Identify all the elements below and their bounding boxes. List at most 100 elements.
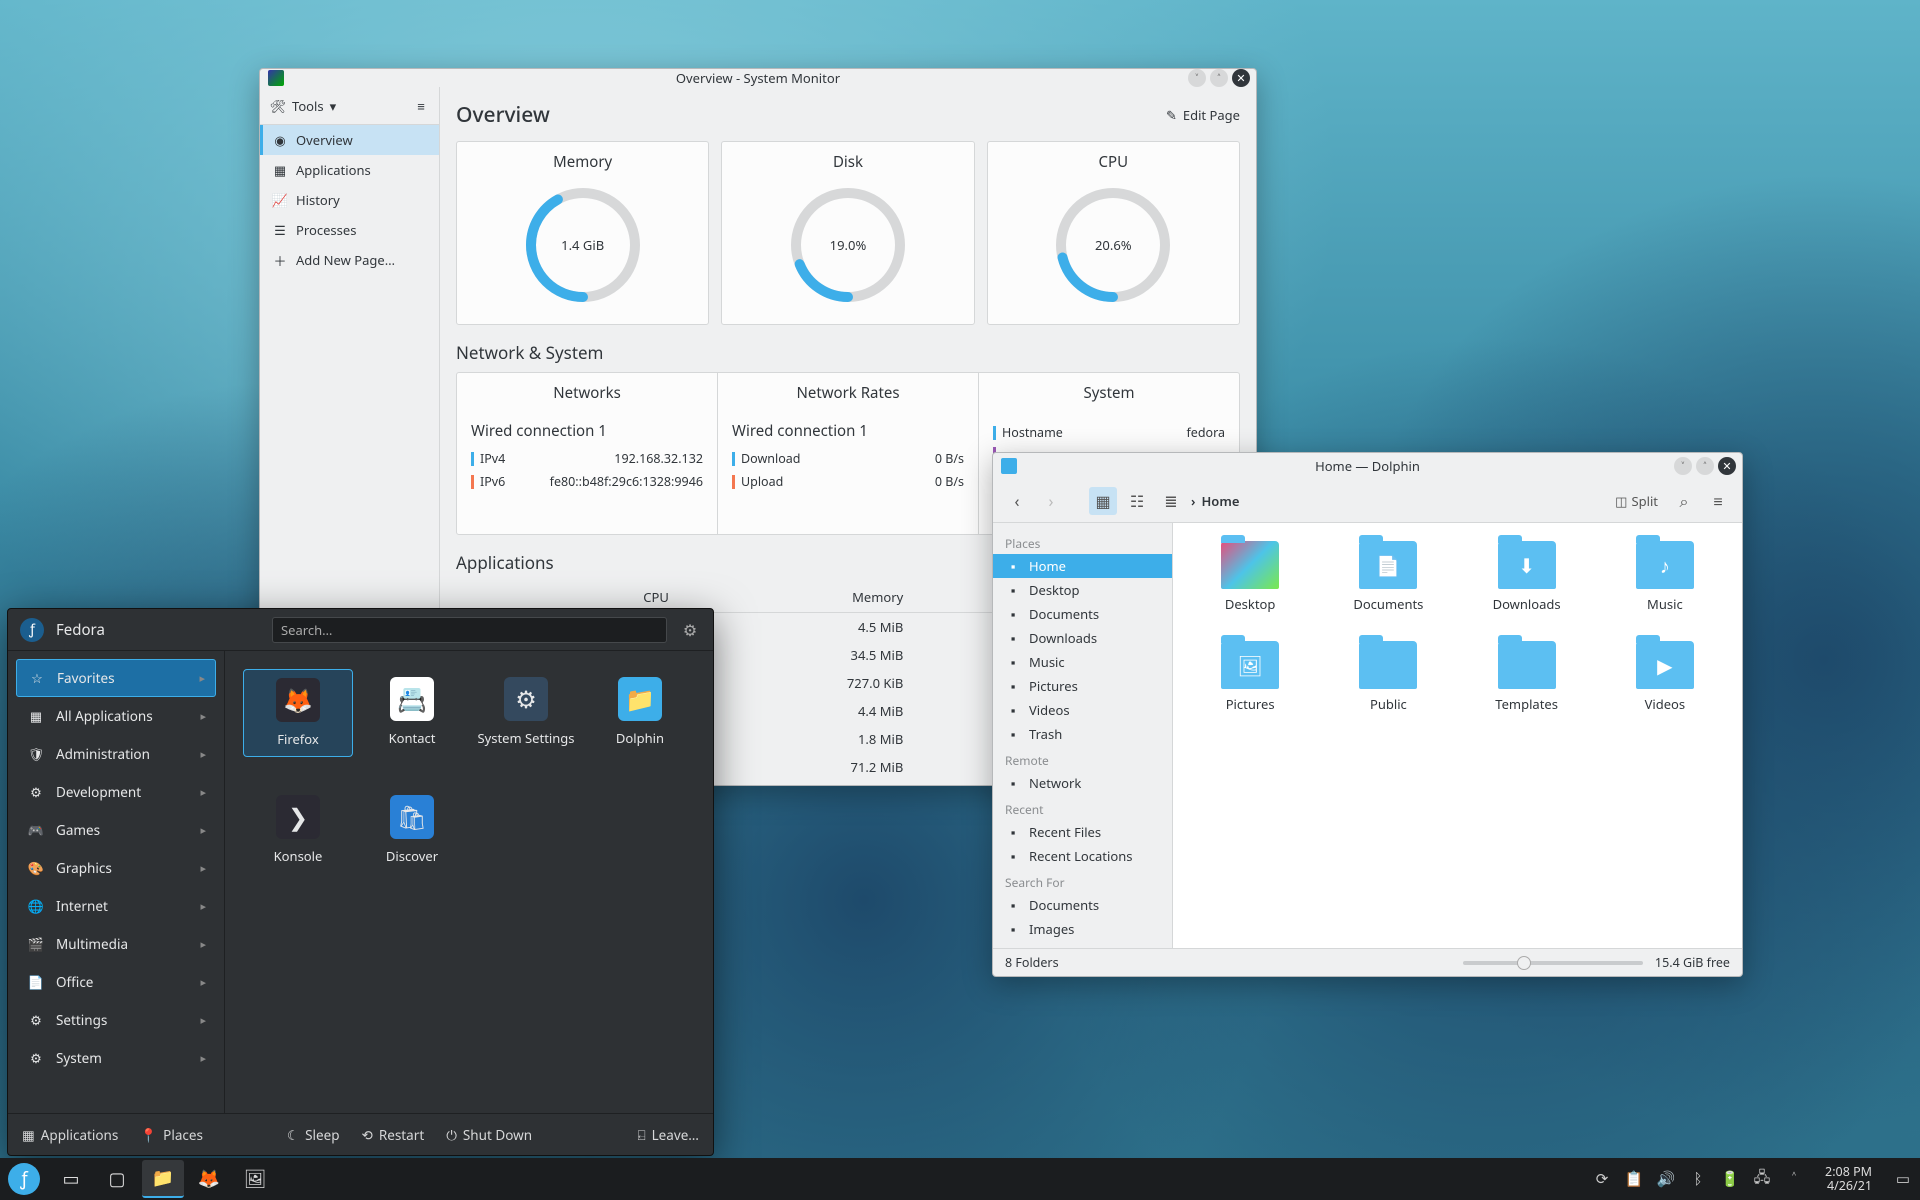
edit-page-button[interactable]: ✎Edit Page bbox=[1166, 106, 1240, 124]
task-showdesktop[interactable]: ▢ bbox=[96, 1160, 138, 1198]
close-button[interactable]: ✕ bbox=[1718, 457, 1736, 475]
minimize-button[interactable]: ˅ bbox=[1674, 457, 1692, 475]
close-button[interactable]: ✕ bbox=[1232, 69, 1250, 87]
edit-label: Edit Page bbox=[1183, 106, 1240, 124]
category-item[interactable]: 🎮Games▸ bbox=[16, 811, 216, 849]
chevron-right-icon: ▸ bbox=[200, 899, 206, 914]
forward-button[interactable]: › bbox=[1037, 487, 1065, 515]
nav-add-page[interactable]: ＋Add New Page… bbox=[260, 245, 439, 275]
compact-view-button[interactable]: ☷ bbox=[1123, 487, 1151, 515]
folder-icon bbox=[1221, 541, 1279, 589]
footer-applications[interactable]: ▦Applications bbox=[22, 1126, 118, 1144]
category-item[interactable]: 📄Office▸ bbox=[16, 963, 216, 1001]
task-gwenview[interactable]: 🖼 bbox=[234, 1160, 276, 1198]
folder-item[interactable]: ▶Videos bbox=[1606, 641, 1724, 713]
bluetooth-icon[interactable]: ᛒ bbox=[1689, 1170, 1707, 1188]
places-item[interactable]: ▪Documents bbox=[993, 602, 1172, 626]
window-titlebar[interactable]: Overview - System Monitor ˅ ˄ ✕ bbox=[260, 69, 1256, 87]
maximize-button[interactable]: ˄ bbox=[1696, 457, 1714, 475]
nav-applications[interactable]: ▦Applications bbox=[260, 155, 439, 185]
category-item[interactable]: ⚙Settings▸ bbox=[16, 1001, 216, 1039]
app-launcher: ƒ Fedora Search… ⚙ ☆Favorites▸▦All Appli… bbox=[7, 608, 714, 1156]
icon-view-button[interactable]: ▦ bbox=[1089, 487, 1117, 515]
back-button[interactable]: ‹ bbox=[1003, 487, 1031, 515]
disk-card: Disk 19.0% bbox=[721, 141, 974, 325]
chevron-right-icon: ▸ bbox=[200, 785, 206, 800]
places-item[interactable]: ▪Images bbox=[993, 917, 1172, 941]
nav-processes[interactable]: ☰Processes bbox=[260, 215, 439, 245]
tray-expand-icon[interactable]: ˄ bbox=[1785, 1170, 1803, 1188]
app-item[interactable]: 🛍Discover bbox=[357, 787, 467, 873]
app-item[interactable]: 📁Dolphin bbox=[585, 669, 695, 757]
places-item[interactable]: ▪Music bbox=[993, 650, 1172, 674]
folder-icon: ▪ bbox=[1005, 824, 1021, 840]
places-item[interactable]: ▪Downloads bbox=[993, 626, 1172, 650]
tools-menu[interactable]: 🛠 Tools ▾ ≡ bbox=[260, 87, 439, 125]
group-recent: Recent bbox=[993, 795, 1172, 820]
start-button[interactable]: ƒ bbox=[8, 1163, 40, 1195]
task-dolphin[interactable]: 📁 bbox=[142, 1160, 184, 1198]
places-item[interactable]: ▪Desktop bbox=[993, 578, 1172, 602]
folder-item[interactable]: ⬇Downloads bbox=[1468, 541, 1586, 613]
clock[interactable]: 2:08 PM 4/26/21 bbox=[1825, 1165, 1872, 1194]
volume-icon[interactable]: 🔊 bbox=[1657, 1170, 1675, 1188]
footer-places[interactable]: 📍Places bbox=[140, 1126, 203, 1144]
network-icon[interactable]: 🖧 bbox=[1753, 1170, 1771, 1188]
window-titlebar[interactable]: Home — Dolphin ˅ ˄ ✕ bbox=[993, 453, 1742, 479]
places-item[interactable]: ▪Videos bbox=[993, 698, 1172, 722]
battery-icon[interactable]: 🔋 bbox=[1721, 1170, 1739, 1188]
app-item[interactable]: 🦊Firefox bbox=[243, 669, 353, 757]
task-firefox[interactable]: 🦊 bbox=[188, 1160, 230, 1198]
folder-item[interactable]: 🖼Pictures bbox=[1191, 641, 1309, 713]
hamburger-button[interactable]: ≡ bbox=[1704, 487, 1732, 515]
search-input[interactable]: Search… bbox=[272, 617, 667, 643]
category-item[interactable]: ⚙System▸ bbox=[16, 1039, 216, 1077]
nav-overview[interactable]: ◉Overview bbox=[260, 125, 439, 155]
category-item[interactable]: ▦All Applications▸ bbox=[16, 697, 216, 735]
col-memory[interactable]: Memory bbox=[681, 582, 915, 613]
places-item[interactable]: ▪Audio bbox=[993, 941, 1172, 948]
zoom-knob[interactable] bbox=[1517, 956, 1531, 970]
clipboard-icon[interactable]: 📋 bbox=[1625, 1170, 1643, 1188]
category-item[interactable]: 🛡Administration▸ bbox=[16, 735, 216, 773]
minimize-button[interactable]: ˅ bbox=[1188, 69, 1206, 87]
category-item[interactable]: 🌐Internet▸ bbox=[16, 887, 216, 925]
places-item[interactable]: ▪Recent Files bbox=[993, 820, 1172, 844]
updater-icon[interactable]: ⟳ bbox=[1593, 1170, 1611, 1188]
folder-item[interactable]: Desktop bbox=[1191, 541, 1309, 613]
footer-restart[interactable]: ⟲Restart bbox=[362, 1126, 425, 1144]
footer-sleep[interactable]: ☾Sleep bbox=[287, 1126, 340, 1144]
footer-leave[interactable]: ⍇Leave… bbox=[637, 1126, 699, 1144]
maximize-button[interactable]: ˄ bbox=[1210, 69, 1228, 87]
nav-history[interactable]: 📈History bbox=[260, 185, 439, 215]
breadcrumb[interactable]: ›Home bbox=[1191, 492, 1239, 510]
places-item[interactable]: ▪Network bbox=[993, 771, 1172, 795]
search-button[interactable]: ⌕ bbox=[1670, 487, 1698, 515]
details-view-button[interactable]: ≣ bbox=[1157, 487, 1185, 515]
places-item[interactable]: ▪Pictures bbox=[993, 674, 1172, 698]
folder-item[interactable]: Templates bbox=[1468, 641, 1586, 713]
app-item[interactable]: ❯Konsole bbox=[243, 787, 353, 873]
folder-item[interactable]: Public bbox=[1329, 641, 1447, 713]
footer-shutdown[interactable]: ⏻Shut Down bbox=[446, 1126, 532, 1144]
filter-button[interactable]: ⚙ bbox=[679, 619, 701, 641]
category-item[interactable]: ⚙Development▸ bbox=[16, 773, 216, 811]
split-button[interactable]: ◫Split bbox=[1609, 487, 1664, 515]
folder-item[interactable]: 📄Documents bbox=[1329, 541, 1447, 613]
places-item[interactable]: ▪Trash bbox=[993, 722, 1172, 746]
show-desktop-icon[interactable]: ▭ bbox=[1894, 1170, 1912, 1188]
zoom-slider[interactable] bbox=[1463, 961, 1643, 965]
app-item[interactable]: ⚙System Settings bbox=[471, 669, 581, 757]
hamburger-icon[interactable]: ≡ bbox=[413, 98, 429, 114]
category-item[interactable]: 🎬Multimedia▸ bbox=[16, 925, 216, 963]
search-placeholder: Search… bbox=[281, 621, 332, 639]
folder-item[interactable]: ♪Music bbox=[1606, 541, 1724, 613]
task-pager[interactable]: ▭ bbox=[50, 1160, 92, 1198]
app-item[interactable]: 📇Kontact bbox=[357, 669, 467, 757]
status-bar: 8 Folders 15.4 GiB free bbox=[993, 948, 1742, 976]
category-item[interactable]: 🎨Graphics▸ bbox=[16, 849, 216, 887]
places-item[interactable]: ▪Recent Locations bbox=[993, 844, 1172, 868]
places-item[interactable]: ▪Home bbox=[993, 554, 1172, 578]
places-item[interactable]: ▪Documents bbox=[993, 893, 1172, 917]
category-item[interactable]: ☆Favorites▸ bbox=[16, 659, 216, 697]
